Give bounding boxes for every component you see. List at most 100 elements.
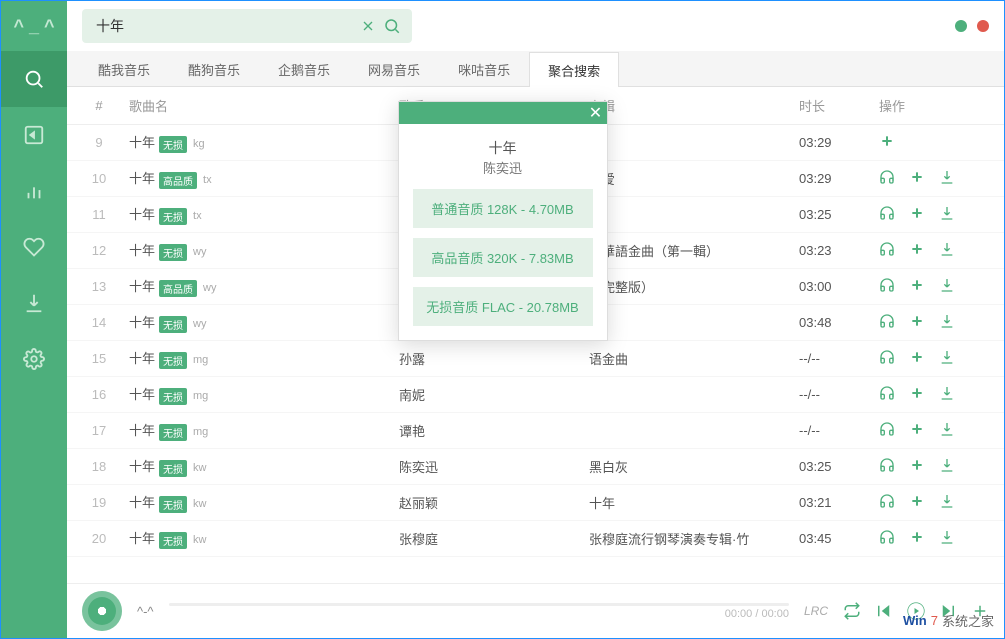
headphone-icon[interactable] xyxy=(879,385,895,401)
table-row[interactable]: 20十年无损kw张穆庭张穆庭流行钢琴演奏专辑·竹03:45 xyxy=(67,521,1004,557)
plus-icon[interactable] xyxy=(909,529,925,545)
download-icon[interactable] xyxy=(939,241,955,257)
op-dl[interactable] xyxy=(939,169,955,188)
plus-icon[interactable] xyxy=(909,313,925,329)
op-dl[interactable] xyxy=(939,241,955,260)
op-add[interactable] xyxy=(909,349,925,368)
search-icon[interactable] xyxy=(380,14,404,38)
plus-icon[interactable] xyxy=(909,385,925,401)
close-icon[interactable]: ✕ xyxy=(585,102,607,124)
plus-icon[interactable] xyxy=(909,169,925,185)
headphone-icon[interactable] xyxy=(879,169,895,185)
op-add[interactable] xyxy=(909,385,925,404)
close-button[interactable] xyxy=(977,20,989,32)
op-add[interactable] xyxy=(909,313,925,332)
plus-icon[interactable] xyxy=(909,277,925,293)
download-icon[interactable] xyxy=(939,493,955,509)
op-add[interactable] xyxy=(909,457,925,476)
op-dl[interactable] xyxy=(939,457,955,476)
op-add[interactable] xyxy=(909,241,925,260)
table-row[interactable]: 17十年无损mg谭艳--/-- xyxy=(67,413,1004,449)
op-play[interactable] xyxy=(879,457,895,476)
tab-3[interactable]: 网易音乐 xyxy=(349,51,439,86)
op-add[interactable] xyxy=(909,169,925,188)
minimize-button[interactable] xyxy=(955,20,967,32)
op-play[interactable] xyxy=(879,349,895,368)
tab-2[interactable]: 企鹅音乐 xyxy=(259,51,349,86)
tab-5[interactable]: 聚合搜索 xyxy=(529,52,619,87)
quality-option-flac[interactable]: 无损音质 FLAC - 20.78MB xyxy=(413,287,593,326)
op-add[interactable] xyxy=(909,205,925,224)
op-dl[interactable] xyxy=(939,205,955,224)
headphone-icon[interactable] xyxy=(879,349,895,365)
headphone-icon[interactable] xyxy=(879,313,895,329)
plus-icon[interactable] xyxy=(909,457,925,473)
sidebar-playlist[interactable] xyxy=(1,107,67,163)
op-play[interactable] xyxy=(879,385,895,404)
tab-1[interactable]: 酷狗音乐 xyxy=(169,51,259,86)
download-icon[interactable] xyxy=(939,457,955,473)
op-dl[interactable] xyxy=(939,313,955,332)
plus-icon[interactable] xyxy=(909,493,925,509)
repeat-icon[interactable] xyxy=(843,602,861,620)
sidebar-downloads[interactable] xyxy=(1,275,67,331)
download-icon[interactable] xyxy=(939,277,955,293)
headphone-icon[interactable] xyxy=(879,493,895,509)
op-play[interactable] xyxy=(879,277,895,296)
progress-bar[interactable] xyxy=(169,603,789,606)
download-icon[interactable] xyxy=(939,349,955,365)
op-dl[interactable] xyxy=(939,421,955,440)
headphone-icon[interactable] xyxy=(879,457,895,473)
clear-icon[interactable] xyxy=(356,14,380,38)
download-icon[interactable] xyxy=(939,529,955,545)
search-input[interactable] xyxy=(90,18,356,34)
plus-icon[interactable] xyxy=(909,241,925,257)
op-add[interactable] xyxy=(909,277,925,296)
op-play[interactable] xyxy=(879,529,895,548)
op-add[interactable] xyxy=(909,493,925,512)
op-add[interactable] xyxy=(909,421,925,440)
headphone-icon[interactable] xyxy=(879,529,895,545)
tab-0[interactable]: 酷我音乐 xyxy=(79,51,169,86)
op-add[interactable] xyxy=(879,133,895,152)
headphone-icon[interactable] xyxy=(879,205,895,221)
sidebar-settings[interactable] xyxy=(1,331,67,387)
table-row[interactable]: 18十年无损kw陈奕迅黑白灰03:25 xyxy=(67,449,1004,485)
op-play[interactable] xyxy=(879,421,895,440)
sidebar-favorites[interactable] xyxy=(1,219,67,275)
headphone-icon[interactable] xyxy=(879,421,895,437)
op-dl[interactable] xyxy=(939,493,955,512)
op-play[interactable] xyxy=(879,241,895,260)
op-play[interactable] xyxy=(879,313,895,332)
op-add[interactable] xyxy=(909,529,925,548)
sidebar-charts[interactable] xyxy=(1,163,67,219)
download-icon[interactable] xyxy=(939,169,955,185)
headphone-icon[interactable] xyxy=(879,241,895,257)
op-dl[interactable] xyxy=(939,277,955,296)
sidebar-search[interactable] xyxy=(1,51,67,107)
plus-icon[interactable] xyxy=(879,133,895,149)
op-play[interactable] xyxy=(879,169,895,188)
op-play[interactable] xyxy=(879,205,895,224)
op-dl[interactable] xyxy=(939,385,955,404)
table-row[interactable]: 15十年无损mg孙露语金曲--/-- xyxy=(67,341,1004,377)
op-dl[interactable] xyxy=(939,349,955,368)
quality-option-320k[interactable]: 高品音质 320K - 7.83MB xyxy=(413,238,593,277)
quality-option-128k[interactable]: 普通音质 128K - 4.70MB xyxy=(413,189,593,228)
plus-icon[interactable] xyxy=(909,349,925,365)
prev-icon[interactable] xyxy=(875,602,893,620)
album-disc[interactable] xyxy=(82,591,122,631)
download-icon[interactable] xyxy=(939,421,955,437)
table-row[interactable]: 16十年无损mg南妮--/-- xyxy=(67,377,1004,413)
download-icon[interactable] xyxy=(939,313,955,329)
headphone-icon[interactable] xyxy=(879,277,895,293)
lrc-toggle[interactable]: LRC xyxy=(804,604,828,618)
op-play[interactable] xyxy=(879,493,895,512)
op-dl[interactable] xyxy=(939,529,955,548)
plus-icon[interactable] xyxy=(909,205,925,221)
plus-icon[interactable] xyxy=(909,421,925,437)
tab-4[interactable]: 咪咕音乐 xyxy=(439,51,529,86)
download-icon[interactable] xyxy=(939,205,955,221)
table-row[interactable]: 19十年无损kw赵丽颖十年03:21 xyxy=(67,485,1004,521)
download-icon[interactable] xyxy=(939,385,955,401)
